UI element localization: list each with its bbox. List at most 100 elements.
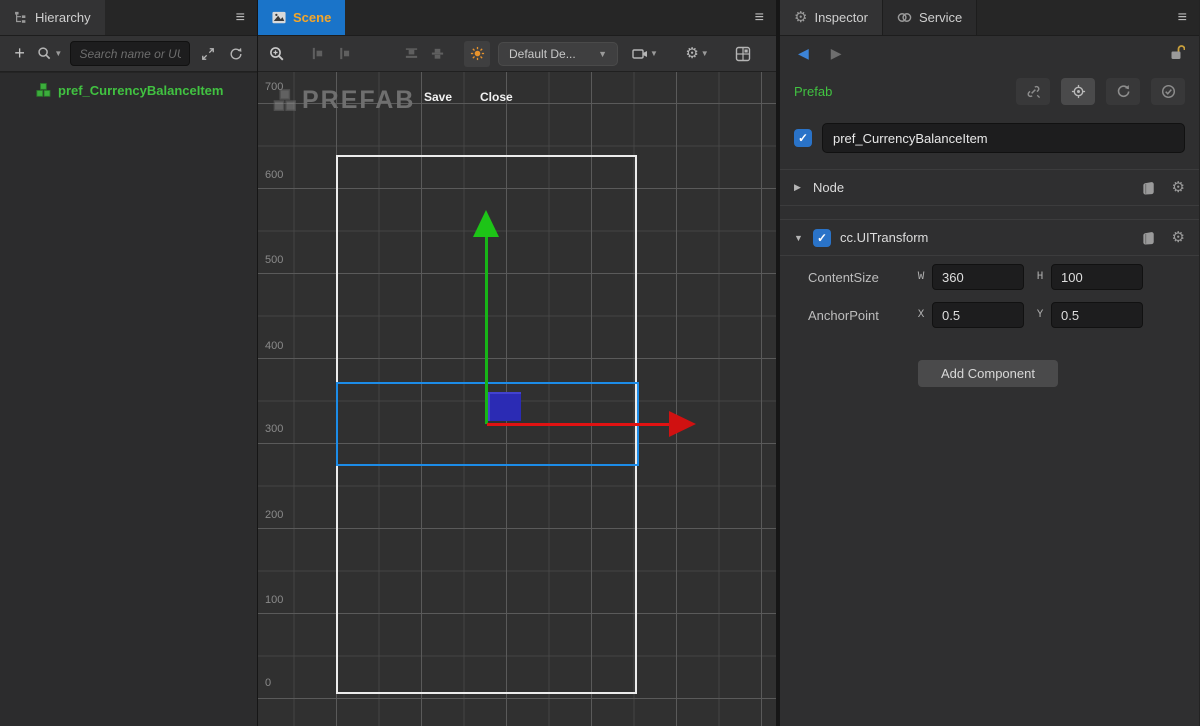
layout-grid-button[interactable] [730, 41, 756, 67]
x-axis-arrowhead-icon[interactable] [669, 411, 696, 437]
align-top-tool-button[interactable] [398, 41, 424, 67]
ruler-label: 200 [265, 509, 283, 521]
content-size-width-input[interactable] [932, 264, 1024, 290]
expand-all-button[interactable] [197, 47, 218, 61]
tab-hierarchy[interactable]: Hierarchy [0, 0, 105, 35]
zoom-tool-button[interactable] [264, 41, 290, 67]
x-axis-gizmo[interactable] [487, 423, 671, 426]
gizmo-mode-value: Default De... [509, 47, 576, 61]
prefab-asset-row: Prefab [780, 70, 1199, 111]
prefab-mode-title: PREFAB [302, 86, 415, 115]
hierarchy-item-label: pref_CurrencyBalanceItem [58, 83, 223, 98]
hierarchy-tabbar: Hierarchy ≡ [0, 0, 257, 36]
node-collapse-icon[interactable]: ▶ [794, 182, 804, 193]
prefab-locate-button[interactable] [1061, 78, 1095, 105]
uitransform-settings-gear-icon[interactable]: ⚙ [1172, 230, 1185, 245]
content-size-label: ContentSize [808, 270, 913, 285]
add-component-button[interactable]: Add Component [918, 360, 1058, 387]
refresh-button[interactable] [226, 47, 247, 61]
prefab-unlink-button[interactable] [1016, 78, 1050, 105]
uitransform-enabled-checkbox[interactable]: ✓ [813, 229, 831, 247]
node-section-title: Node [813, 180, 1132, 195]
y-unit-label: Y [1032, 309, 1048, 321]
prefab-close-button[interactable]: Close [480, 90, 513, 104]
prefab-watermark: PREFAB [273, 86, 415, 115]
tab-scene[interactable]: Scene [258, 0, 345, 35]
node-docs-book-icon[interactable] [1141, 181, 1156, 195]
camera-view-dropdown[interactable]: ▼ [626, 41, 664, 67]
hierarchy-menu-icon[interactable]: ≡ [236, 8, 245, 28]
anchor-cube-gizmo[interactable] [488, 392, 521, 421]
prefab-apply-button[interactable] [1151, 78, 1185, 105]
search-filter-arrow-icon: ▼ [54, 49, 62, 58]
prefab-asset-label: Prefab [794, 84, 1005, 99]
hierarchy-panel: Hierarchy ≡ + ▼ pref_CurrencyBala [0, 0, 258, 726]
prefab-restore-button[interactable] [1106, 78, 1140, 105]
node-name-input[interactable] [822, 123, 1185, 153]
inspector-gear-icon: ⚙ [794, 10, 807, 25]
create-node-button[interactable]: + [10, 43, 29, 64]
node-active-checkbox[interactable]: ✓ [794, 129, 812, 147]
anchor-point-row: AnchorPoint X Y [780, 298, 1199, 332]
scene-tabbar: Scene ≡ [258, 0, 776, 36]
ruler-label: 400 [265, 340, 283, 352]
node-settings-gear-icon[interactable]: ⚙ [1172, 180, 1185, 195]
align-center-vertical-tool-button[interactable] [330, 41, 356, 67]
align-middle-horizontal-tool-button[interactable] [424, 41, 450, 67]
camera-dropdown-arrow-icon: ▼ [650, 49, 658, 58]
hierarchy-item-prefab-root[interactable]: pref_CurrencyBalanceItem [0, 78, 257, 102]
search-filter-button[interactable]: ▼ [36, 46, 63, 61]
align-left-tool-button[interactable] [304, 41, 330, 67]
tab-service[interactable]: Service [882, 0, 977, 35]
history-back-button[interactable]: ◀ [798, 45, 809, 62]
hierarchy-tree: pref_CurrencyBalanceItem [0, 72, 257, 726]
search-input[interactable] [70, 41, 190, 66]
hierarchy-tree-icon [14, 11, 28, 25]
tab-inspector[interactable]: ⚙ Inspector [780, 0, 882, 35]
inspector-tabbar: ⚙ Inspector Service ≡ [780, 0, 1199, 36]
gizmo-dropdown-arrow-icon: ▼ [598, 49, 607, 59]
scene-panel: Scene ≡ [258, 0, 776, 726]
app-window: Hierarchy ≡ + ▼ pref_CurrencyBala [0, 0, 1200, 726]
ruler-label: 600 [265, 169, 283, 181]
scene-menu-icon[interactable]: ≡ [755, 8, 764, 28]
ruler-label: 100 [265, 594, 283, 606]
gizmo-light-toggle-button[interactable] [464, 41, 490, 67]
hierarchy-toolbar: + ▼ [0, 36, 257, 72]
service-link-icon [897, 12, 912, 23]
ruler-label: 300 [265, 423, 283, 435]
ruler-label: 0 [265, 677, 271, 689]
gear-icon: ⚙ [685, 46, 698, 61]
scene-canvas[interactable]: 700 600 500 400 300 200 100 0 PREFAB Sav… [258, 72, 776, 726]
y-axis-arrowhead-icon[interactable] [473, 210, 499, 237]
uitransform-docs-book-icon[interactable] [1141, 231, 1156, 245]
inspector-tab-label: Inspector [814, 10, 867, 25]
settings-dropdown-arrow-icon: ▼ [701, 49, 709, 58]
prefab-save-button[interactable]: Save [424, 90, 452, 104]
scene-toolbar: Default De... ▼ ▼ ⚙ ▼ [258, 36, 776, 72]
uitransform-section-title: cc.UITransform [840, 230, 1132, 245]
uitransform-section-header[interactable]: ▼ ✓ cc.UITransform ⚙ [780, 219, 1199, 256]
height-unit-label: H [1032, 271, 1048, 283]
inspector-nav-row: ◀ ▶ [780, 36, 1199, 70]
x-unit-label: X [913, 309, 929, 321]
content-size-height-input[interactable] [1051, 264, 1143, 290]
uitransform-expand-icon[interactable]: ▼ [794, 233, 804, 243]
gizmo-mode-dropdown[interactable]: Default De... ▼ [498, 42, 618, 66]
scene-image-icon [272, 11, 286, 24]
width-unit-label: W [913, 271, 929, 283]
unlock-icon[interactable] [1169, 44, 1185, 61]
anchor-point-label: AnchorPoint [808, 308, 913, 323]
ruler-label: 500 [265, 254, 283, 266]
anchor-point-y-input[interactable] [1051, 302, 1143, 328]
node-section-header[interactable]: ▶ Node ⚙ [780, 169, 1199, 206]
service-tab-label: Service [919, 10, 962, 25]
content-size-row: ContentSize W H [780, 260, 1199, 294]
prefab-cubes-watermark-icon [273, 89, 297, 113]
scene-tab-label: Scene [293, 10, 331, 25]
inspector-menu-icon[interactable]: ≡ [1178, 8, 1187, 28]
anchor-point-x-input[interactable] [932, 302, 1024, 328]
inspector-panel: ⚙ Inspector Service ≡ ◀ ▶ Prefab [780, 0, 1199, 726]
scene-settings-dropdown[interactable]: ⚙ ▼ [678, 41, 716, 67]
history-forward-button[interactable]: ▶ [831, 45, 842, 62]
